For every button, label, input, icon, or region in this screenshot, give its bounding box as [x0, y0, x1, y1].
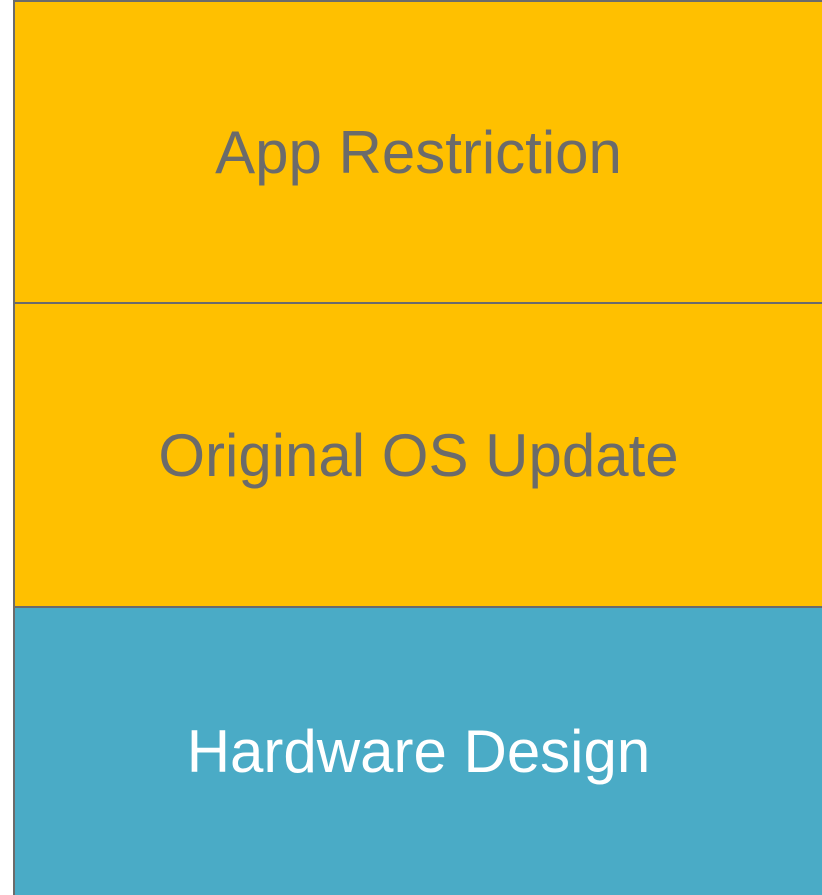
layer-stack-diagram: App Restriction Original OS Update Hardw… — [13, 0, 822, 895]
layer-app-restriction: App Restriction — [13, 0, 822, 303]
layer-label-hardware-design: Hardware Design — [186, 718, 651, 785]
layer-label-app-restriction: App Restriction — [215, 119, 622, 186]
layer-hardware-design: Hardware Design — [13, 606, 822, 895]
layer-label-original-os-update: Original OS Update — [158, 422, 679, 489]
layer-original-os-update: Original OS Update — [13, 302, 822, 607]
